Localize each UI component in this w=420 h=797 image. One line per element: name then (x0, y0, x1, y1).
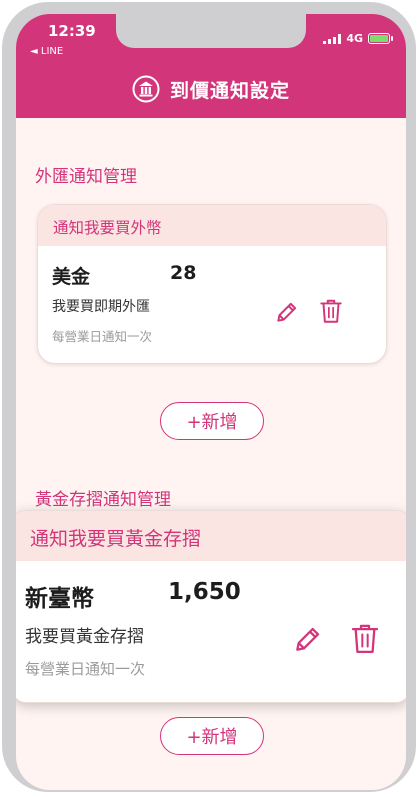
forex-card-header: 通知我要買外幣 (38, 205, 386, 246)
gold-card-header: 通知我要買黃金存摺 (16, 511, 406, 561)
gold-currency: 新臺幣 (25, 586, 94, 612)
trash-icon[interactable] (349, 621, 381, 656)
gold-amount: 1,650 (168, 579, 241, 605)
signal-icon (323, 33, 342, 44)
forex-amount: 28 (170, 262, 197, 284)
app-header: 12:39 ◄ LINE 4G 到價通知設定 (16, 14, 406, 118)
status-time: 12:39 (48, 22, 96, 40)
page-title-bar: 到價通知設定 (16, 72, 406, 106)
gold-frequency: 每營業日通知一次 (25, 660, 146, 678)
phone-notch (116, 14, 306, 48)
forex-alert-card: 通知我要買外幣 美金 28 我要買即期外匯 每營業日通知一次 (37, 204, 387, 364)
gold-description: 我要買黃金存摺 (25, 627, 144, 647)
app-screen: 12:39 ◄ LINE 4G 到價通知設定 外匯通知管理 通知我要買外幣 美金… (16, 14, 406, 790)
edit-icon[interactable] (292, 623, 324, 655)
back-to-line-link[interactable]: ◄ LINE (30, 46, 63, 57)
forex-description: 我要買即期外匯 (52, 299, 150, 315)
status-indicators: 4G (323, 32, 393, 45)
forex-currency: 美金 (52, 266, 91, 288)
forex-section-title: 外匯通知管理 (35, 167, 137, 187)
battery-icon (368, 33, 393, 44)
bank-logo-icon (132, 75, 160, 103)
forex-frequency: 每營業日通知一次 (52, 329, 153, 344)
gold-alert-card: 通知我要買黃金存摺 新臺幣 1,650 我要買黃金存摺 每營業日通知一次 (16, 510, 406, 703)
page-title: 到價通知設定 (169, 79, 290, 102)
add-gold-alert-button[interactable]: +新增 (160, 717, 264, 755)
trash-icon[interactable] (318, 297, 344, 325)
gold-section-title: 黃金存摺通知管理 (35, 490, 171, 510)
phone-frame: 12:39 ◄ LINE 4G 到價通知設定 外匯通知管理 通知我要買外幣 美金… (2, 2, 416, 792)
edit-icon[interactable] (274, 299, 300, 325)
network-type: 4G (346, 32, 363, 45)
add-forex-alert-button[interactable]: +新增 (160, 402, 264, 440)
